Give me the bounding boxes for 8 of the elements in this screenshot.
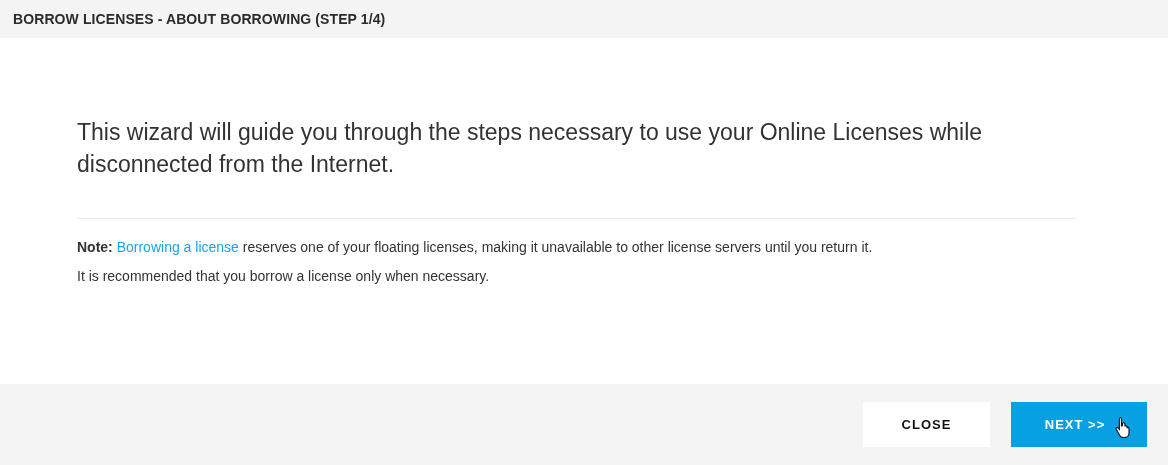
intro-text: This wizard will guide you through the steps necessary to use your Online Licenses while disconnected from the Internet.	[77, 116, 1077, 219]
hand-cursor-icon	[1115, 416, 1131, 438]
note-text: Note: Borrowing a license reserves one of your floating licenses, making it unavailable to other license servers until you return it.	[77, 238, 874, 257]
recommendation-text: It is recommended that you borrow a license only when necessary.	[77, 267, 491, 286]
next-button[interactable]: NEXT >>	[1011, 402, 1147, 447]
window-title: BORROW LICENSES - ABOUT BORROWING (STEP 1/4)	[13, 11, 386, 27]
borrowing-link[interactable]: Borrowing a license	[116, 239, 239, 255]
close-button[interactable]: CLOSE	[863, 402, 990, 447]
